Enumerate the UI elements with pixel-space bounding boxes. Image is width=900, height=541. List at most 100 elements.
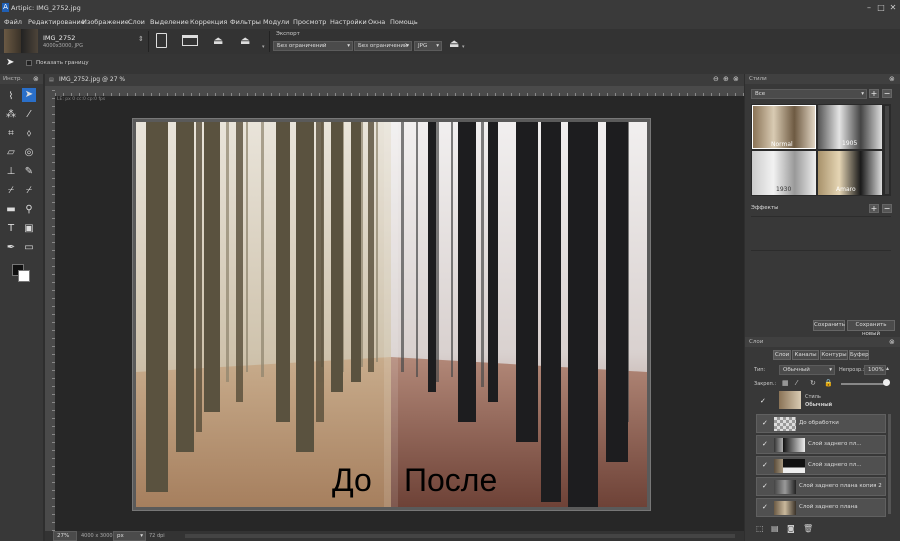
horizontal-scrollbar[interactable] xyxy=(185,534,735,538)
style-thumb[interactable]: 1930 xyxy=(752,151,816,195)
save-icon[interactable]: ⏏ xyxy=(213,34,223,47)
open-folder-icon[interactable] xyxy=(182,35,198,46)
maximize-icon[interactable]: □ xyxy=(876,3,886,13)
layer-row[interactable]: ✓ До обработки xyxy=(756,414,886,433)
layer-row[interactable]: ✓ Слой заднего плана копия 2 xyxy=(756,477,886,496)
visibility-check[interactable]: ✓ xyxy=(762,503,768,511)
tab-channels[interactable]: Каналы xyxy=(792,350,819,360)
gradient-icon[interactable]: ▣ xyxy=(22,222,36,236)
close-icon[interactable]: ✕ xyxy=(888,3,898,13)
zoom-icon[interactable]: ⚲ xyxy=(22,203,36,217)
save-as-icon[interactable]: ⏏ xyxy=(240,34,250,47)
lasso-icon[interactable]: ⌇ xyxy=(4,90,18,104)
visibility-check[interactable]: ✓ xyxy=(762,419,768,427)
drop-icon[interactable]: ⬨ xyxy=(22,127,36,141)
fill-icon[interactable]: ▬ xyxy=(4,203,18,217)
unit-dropdown[interactable]: px ▾ xyxy=(113,531,146,541)
doc-close-icon[interactable]: ⊗ xyxy=(733,75,739,83)
zoom-field[interactable]: 27% xyxy=(53,531,77,541)
styles-scrollbar[interactable] xyxy=(885,106,889,194)
blend-mode-dropdown[interactable]: Обычный ▾ xyxy=(779,365,835,375)
shape-icon[interactable]: ▭ xyxy=(22,241,36,255)
minimize-icon[interactable]: – xyxy=(864,3,874,13)
lock-pixels-icon[interactable]: ▦ xyxy=(782,379,789,387)
style-thumb[interactable]: Normal xyxy=(752,105,816,149)
style-thumb[interactable]: 1905 xyxy=(818,105,882,149)
menu-help[interactable]: Помощь xyxy=(390,18,418,26)
lock-brush-icon[interactable]: ⁄ xyxy=(796,379,797,387)
export-size-dropdown[interactable]: Без ограничений ▾ xyxy=(273,41,353,51)
text-tool-icon[interactable]: T xyxy=(4,222,18,236)
style-thumb[interactable]: Amaro xyxy=(818,151,882,195)
opacity-stepper-icon[interactable]: ▴ xyxy=(886,365,889,372)
layer-row[interactable]: ✓ Слой заднего плана xyxy=(756,498,886,517)
export-save-icon[interactable]: ⏏ xyxy=(449,37,459,50)
color-picker-icon[interactable]: ⌿ xyxy=(22,184,36,198)
file-switch-icon[interactable]: ⇕ xyxy=(138,35,144,43)
new-layer-icon[interactable]: ▤ xyxy=(771,524,779,533)
visibility-check[interactable]: ✓ xyxy=(762,482,768,490)
patch-icon[interactable]: ◎ xyxy=(22,146,36,160)
document-tab[interactable]: ▤ IMG_2752.jpg @ 27 % ⊖ ⊕ ⊗ xyxy=(45,74,744,86)
menu-correction[interactable]: Коррекция xyxy=(190,18,227,26)
trash-icon[interactable]: 🗑 xyxy=(803,524,813,533)
add-effect-button[interactable]: + xyxy=(869,204,879,213)
opacity-slider[interactable] xyxy=(841,383,887,385)
layer-row[interactable]: ✓ Слой заднего пл... xyxy=(756,456,886,475)
tab-buffer[interactable]: Буфер xyxy=(849,350,869,360)
opacity-slider-handle[interactable] xyxy=(883,379,890,386)
opacity-field[interactable]: 100% xyxy=(864,365,886,375)
styles-close-icon[interactable]: ⊗ xyxy=(889,75,895,83)
lock-all-icon[interactable]: 🔒 xyxy=(824,379,833,387)
menu-windows[interactable]: Окна xyxy=(368,18,385,26)
stamp-icon[interactable]: ⊥ xyxy=(4,165,18,179)
tab-paths[interactable]: Контуры xyxy=(820,350,848,360)
menu-filters[interactable]: Фильтры xyxy=(230,18,261,26)
menu-modules[interactable]: Модули xyxy=(263,18,289,26)
styles-filter-dropdown[interactable]: Все ▾ xyxy=(751,89,867,99)
save-new-style-button[interactable]: Сохранить новый xyxy=(847,320,895,337)
eraser-icon[interactable]: ▱ xyxy=(4,146,18,160)
new-document-icon[interactable] xyxy=(156,33,167,48)
visibility-check[interactable]: ✓ xyxy=(762,440,768,448)
tools-close-icon[interactable]: ⊗ xyxy=(33,75,39,83)
menu-view[interactable]: Просмотр xyxy=(293,18,326,26)
pencil-icon[interactable]: ✎ xyxy=(22,165,36,179)
layers-close-icon[interactable]: ⊗ xyxy=(889,338,895,346)
background-color-swatch[interactable] xyxy=(18,270,30,282)
magic-wand-icon[interactable]: ⁂ xyxy=(4,108,18,122)
menu-image[interactable]: Изображение xyxy=(82,18,129,26)
style-visibility-check[interactable]: ✓ xyxy=(760,397,766,405)
show-bounds-checkbox[interactable] xyxy=(26,60,32,66)
pen-icon[interactable]: ✒ xyxy=(4,241,18,255)
remove-style-button[interactable]: − xyxy=(882,89,892,98)
file-thumbnail[interactable] xyxy=(4,29,38,53)
brush-icon[interactable]: ⁄ xyxy=(22,108,36,122)
save-dropdown-icon[interactable]: ▾ xyxy=(262,44,265,50)
menu-select[interactable]: Выделение xyxy=(150,18,189,26)
layer-row[interactable]: ✓ Слой заднего пл... xyxy=(756,435,886,454)
doc-maximize-icon[interactable]: ⊕ xyxy=(723,75,729,83)
remove-effect-button[interactable]: − xyxy=(882,204,892,213)
canvas-image[interactable]: До После xyxy=(136,122,647,507)
lock-position-icon[interactable]: ↻ xyxy=(810,379,816,387)
menu-layers[interactable]: Слои xyxy=(128,18,145,26)
save-style-button[interactable]: Сохранить xyxy=(813,320,845,331)
vertical-ruler xyxy=(45,86,55,531)
export-quality-dropdown[interactable]: Без ограничений ▾ xyxy=(354,41,412,51)
eyedropper-icon[interactable]: ⌿ xyxy=(4,184,18,198)
visibility-check[interactable]: ✓ xyxy=(762,461,768,469)
export-dropdown-icon[interactable]: ▾ xyxy=(462,44,465,50)
menu-edit[interactable]: Редактирование xyxy=(28,18,85,26)
new-group-icon[interactable]: ⬚ xyxy=(756,524,764,533)
mask-icon[interactable]: ◙ xyxy=(787,524,795,533)
layers-scrollbar[interactable] xyxy=(888,414,891,514)
export-format-dropdown[interactable]: JPG ▾ xyxy=(414,41,442,51)
tab-layers[interactable]: Слои xyxy=(773,350,791,360)
menu-settings[interactable]: Настройки xyxy=(330,18,367,26)
menu-file[interactable]: Файл xyxy=(4,18,22,26)
add-style-button[interactable]: + xyxy=(869,89,879,98)
crop-icon[interactable]: ⌗ xyxy=(4,127,18,141)
doc-minimize-icon[interactable]: ⊖ xyxy=(713,75,719,83)
move-tool-icon[interactable]: ➤ xyxy=(22,88,36,102)
